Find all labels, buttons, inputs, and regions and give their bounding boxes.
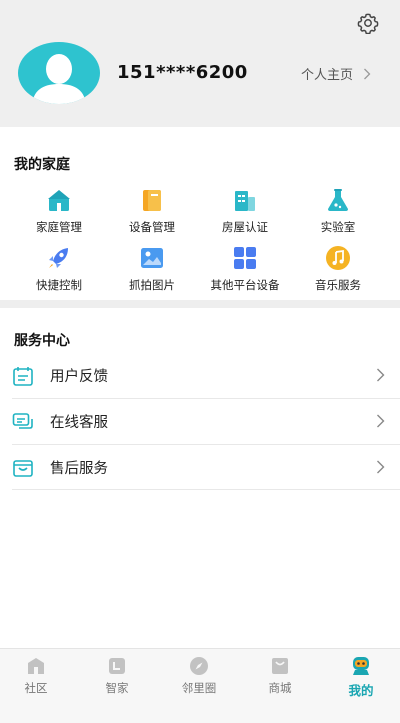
- mall-icon: [272, 658, 288, 674]
- house-verify-item[interactable]: 房屋认证: [203, 187, 287, 235]
- section-divider: [0, 300, 400, 308]
- community-icon: [28, 658, 44, 674]
- music-service-label: 音乐服务: [315, 278, 361, 292]
- device-manage-item[interactable]: 设备管理: [110, 187, 194, 235]
- device-manage-label: 设备管理: [129, 220, 175, 234]
- tab-neighborhood-label: 邻里圈: [181, 681, 217, 695]
- snapshot-item[interactable]: 抓拍图片: [110, 245, 194, 293]
- lab-item[interactable]: 实验室: [296, 187, 380, 235]
- rocket-icon: [49, 248, 68, 268]
- music-service-item[interactable]: 音乐服务: [296, 245, 380, 293]
- online-support-label: 在线客服: [50, 415, 108, 431]
- profile-home-label: 个人主页: [301, 68, 354, 83]
- devices-icon: [143, 190, 161, 211]
- avatar[interactable]: [18, 42, 100, 104]
- music-icon: [326, 246, 350, 270]
- user-feedback-label: 用户反馈: [50, 369, 108, 385]
- row-divider: [12, 489, 400, 490]
- family-manage-item[interactable]: 家庭管理: [17, 187, 101, 235]
- chevron-right-icon: [377, 368, 385, 382]
- chat-icon: [12, 412, 33, 429]
- smart-home-icon: [109, 658, 125, 674]
- tab-community[interactable]: 社区: [6, 655, 66, 696]
- other-platform-label: 其他平台设备: [210, 278, 280, 292]
- tab-me-label: 我的: [348, 683, 374, 698]
- chevron-right-icon: [377, 414, 385, 428]
- chevron-right-icon: [364, 68, 371, 79]
- quick-control-label: 快捷控制: [36, 278, 82, 292]
- online-support-row[interactable]: 在线客服: [12, 399, 400, 444]
- tab-smart-home-label: 智家: [105, 681, 129, 695]
- building-icon: [235, 191, 255, 211]
- lab-label: 实验室: [320, 220, 356, 234]
- tab-mall[interactable]: 商城: [250, 655, 310, 696]
- gear-icon[interactable]: [357, 12, 379, 34]
- family-section-title: 我的家庭: [14, 157, 70, 173]
- house-icon: [48, 190, 70, 211]
- family-manage-label: 家庭管理: [36, 220, 82, 234]
- tab-me[interactable]: 我的: [331, 655, 391, 699]
- tab-neighborhood[interactable]: 邻里圈: [169, 655, 229, 696]
- tab-mall-label: 商城: [268, 681, 292, 695]
- user-phone: 151****6200: [117, 62, 248, 83]
- profile-header: 151****6200 个人主页: [0, 0, 400, 127]
- tab-smart-home[interactable]: 智家: [87, 655, 147, 696]
- user-feedback-row[interactable]: 用户反馈: [12, 353, 400, 398]
- house-verify-label: 房屋认证: [222, 220, 268, 234]
- chevron-right-icon: [377, 460, 385, 474]
- quick-control-item[interactable]: 快捷控制: [17, 245, 101, 293]
- apps-grid-icon: [234, 247, 256, 269]
- me-icon: [353, 657, 369, 675]
- service-section-title: 服务中心: [14, 333, 70, 349]
- profile-home-link[interactable]: 个人主页: [301, 64, 371, 83]
- flask-icon: [328, 189, 348, 211]
- bottom-tab-bar: 社区 智家 邻里圈 商城 我的: [0, 648, 400, 723]
- after-sales-row[interactable]: 售后服务: [12, 445, 400, 490]
- other-platform-item[interactable]: 其他平台设备: [203, 245, 287, 293]
- image-icon: [141, 248, 163, 268]
- after-sales-label: 售后服务: [50, 461, 108, 477]
- snapshot-label: 抓拍图片: [129, 278, 175, 292]
- package-icon: [13, 459, 33, 477]
- tab-community-label: 社区: [24, 681, 48, 695]
- compass-icon: [190, 657, 208, 675]
- calendar-feedback-icon: [13, 366, 33, 386]
